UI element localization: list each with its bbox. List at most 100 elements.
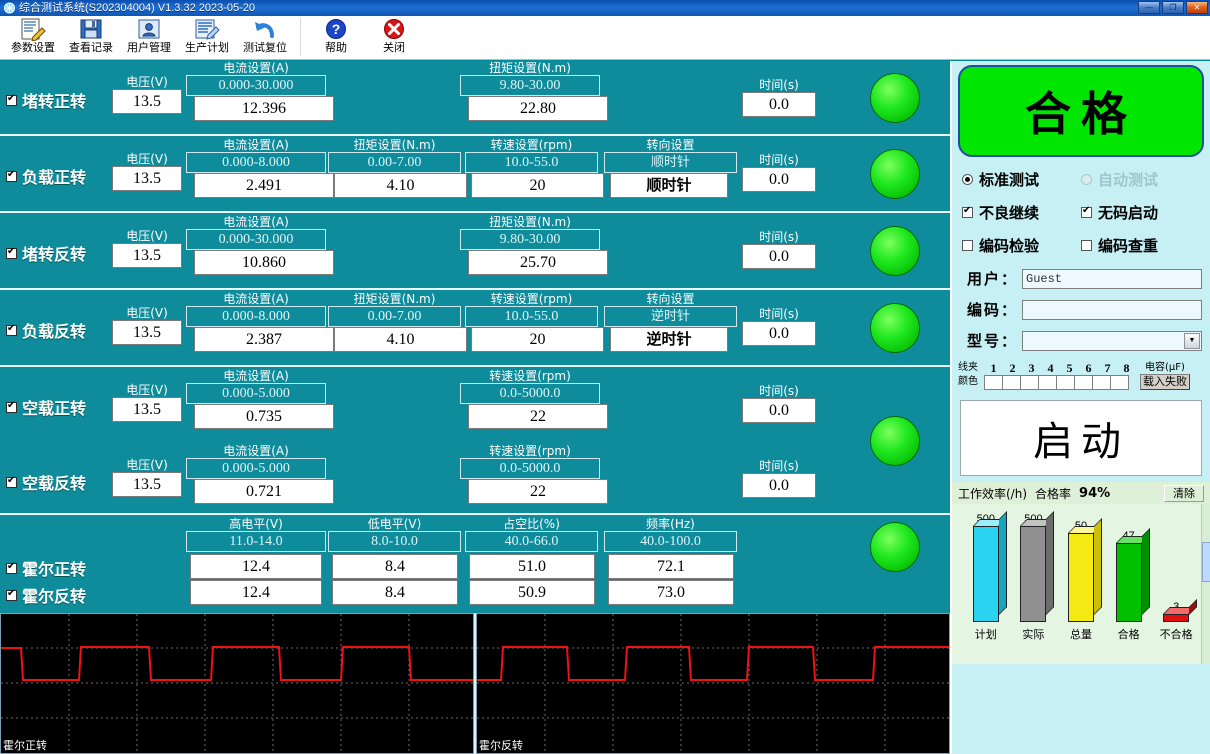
chart-scrollbar[interactable] bbox=[1201, 504, 1210, 664]
row-enable-checkbox-hall-reverse[interactable]: 霍尔反转 bbox=[6, 583, 86, 607]
current-set-label: 电流设置(A) bbox=[186, 61, 326, 75]
voltage-field-3: 电压(V) 13.5 bbox=[112, 229, 182, 268]
voltage-value[interactable]: 13.5 bbox=[112, 472, 182, 497]
user-input[interactable]: Guest bbox=[1022, 269, 1202, 289]
toolbar-button-parameter-settings[interactable]: 参数设置 bbox=[4, 16, 62, 58]
row-enable-checkbox-hall-forward[interactable]: 霍尔正转 bbox=[6, 556, 86, 580]
direction-value[interactable]: 顺时针 bbox=[610, 173, 728, 198]
minimize-button[interactable]: — bbox=[1138, 1, 1160, 14]
toolbar-button-view-records[interactable]: 查看记录 bbox=[62, 16, 120, 58]
color-cell[interactable] bbox=[1020, 375, 1039, 390]
row-enable-checkbox-noload-reverse[interactable]: 空载反转 bbox=[6, 470, 86, 494]
scope-hall-reverse[interactable]: 霍尔反转 bbox=[476, 613, 950, 754]
row-name: 空载正转 bbox=[22, 395, 86, 419]
speed-field-5: 转速设置(rpm) 0.0-5000.0 22 bbox=[460, 369, 600, 429]
efficiency-label: 工作效率(/h) bbox=[958, 485, 1027, 502]
time-value[interactable]: 0.0 bbox=[742, 92, 816, 117]
row-name: 空载反转 bbox=[22, 470, 86, 494]
checkbox-icon bbox=[6, 563, 17, 574]
voltage-value[interactable]: 13.5 bbox=[112, 89, 182, 114]
start-button[interactable]: 启动 bbox=[960, 400, 1202, 476]
window-controls: — ❐ ✕ bbox=[1138, 1, 1208, 14]
high-level-forward-value[interactable]: 12.4 bbox=[190, 554, 322, 579]
color-cell[interactable] bbox=[1002, 375, 1021, 390]
row-enable-checkbox-stall-reverse[interactable]: 堵转反转 bbox=[6, 241, 86, 265]
color-cell[interactable] bbox=[1092, 375, 1111, 390]
current-value[interactable]: 12.396 bbox=[194, 96, 334, 121]
voltage-label: 电压(V) bbox=[112, 383, 182, 397]
toolbar-button-close[interactable]: 关闭 bbox=[365, 16, 423, 58]
low-level-reverse-value[interactable]: 8.4 bbox=[332, 580, 458, 605]
voltage-label: 电压(V) bbox=[112, 229, 182, 243]
hall-duty-column: 占空比(%) 40.0-66.0 51.0 50.9 bbox=[465, 517, 598, 605]
speed-value[interactable]: 22 bbox=[468, 404, 608, 429]
scope-hall-forward[interactable]: 霍尔正转 bbox=[0, 613, 474, 754]
low-level-forward-value[interactable]: 8.4 bbox=[332, 554, 458, 579]
torque-value[interactable]: 4.10 bbox=[334, 173, 467, 198]
torque-value[interactable]: 25.70 bbox=[468, 250, 608, 275]
current-value[interactable]: 2.387 bbox=[194, 327, 334, 352]
row-enable-checkbox-load-forward[interactable]: 负载正转 bbox=[6, 164, 86, 188]
time-value[interactable]: 0.0 bbox=[742, 398, 816, 423]
speed-value[interactable]: 20 bbox=[471, 173, 604, 198]
time-label: 时间(s) bbox=[742, 153, 816, 167]
voltage-value[interactable]: 13.5 bbox=[112, 397, 182, 422]
current-value[interactable]: 0.721 bbox=[194, 479, 334, 504]
maximize-button[interactable]: ❐ bbox=[1162, 1, 1184, 14]
color-cell[interactable] bbox=[984, 375, 1003, 390]
time-value[interactable]: 0.0 bbox=[742, 244, 816, 269]
row-enable-checkbox-load-reverse[interactable]: 负载反转 bbox=[6, 318, 86, 342]
scrollbar-thumb[interactable] bbox=[1202, 542, 1210, 582]
voltage-value[interactable]: 13.5 bbox=[112, 243, 182, 268]
frequency-forward-value[interactable]: 72.1 bbox=[608, 554, 734, 579]
toolbar-button-production-plan[interactable]: 生产计划 bbox=[178, 16, 236, 58]
current-value[interactable]: 0.735 bbox=[194, 404, 334, 429]
option-auto-test[interactable]: 自动测试 bbox=[1081, 169, 1200, 190]
speed-value[interactable]: 22 bbox=[468, 479, 608, 504]
torque-value[interactable]: 22.80 bbox=[468, 96, 608, 121]
color-cell[interactable] bbox=[1110, 375, 1129, 390]
row-enable-checkbox-stall-forward[interactable]: 堵转正转 bbox=[6, 88, 86, 112]
high-level-reverse-value[interactable]: 12.4 bbox=[190, 580, 322, 605]
torque-value[interactable]: 4.10 bbox=[334, 327, 467, 352]
toolbar-button-test-reset[interactable]: 测试复位 bbox=[236, 16, 294, 58]
option-continue-on-fail[interactable]: 不良继续 bbox=[962, 202, 1081, 223]
checkbox-icon bbox=[962, 240, 973, 251]
code-input[interactable] bbox=[1022, 300, 1202, 320]
torque-field-4: 扭矩设置(N.m) 0.00-7.00 4.10 bbox=[328, 292, 461, 352]
status-lamp-6 bbox=[870, 522, 920, 572]
checkbox-icon bbox=[1081, 240, 1092, 251]
clear-button[interactable]: 清除 bbox=[1164, 485, 1204, 502]
time-value[interactable]: 0.0 bbox=[742, 167, 816, 192]
current-value[interactable]: 2.491 bbox=[194, 173, 334, 198]
color-cell[interactable] bbox=[1056, 375, 1075, 390]
duty-reverse-value[interactable]: 50.9 bbox=[469, 580, 595, 605]
speed-set-label: 转速设置(rpm) bbox=[460, 444, 600, 458]
duty-forward-value[interactable]: 51.0 bbox=[469, 554, 595, 579]
capacitance-label: 电容(μF) bbox=[1140, 361, 1190, 374]
option-code-verify[interactable]: 编码检验 bbox=[962, 235, 1081, 256]
toolbar-button-user-management[interactable]: 用户管理 bbox=[120, 16, 178, 58]
current-value[interactable]: 10.860 bbox=[194, 250, 334, 275]
frequency-reverse-value[interactable]: 73.0 bbox=[608, 580, 734, 605]
option-standard-test[interactable]: 标准测试 bbox=[962, 169, 1081, 190]
voltage-value[interactable]: 13.5 bbox=[112, 166, 182, 191]
model-select[interactable]: ▼ bbox=[1022, 331, 1202, 351]
row-enable-checkbox-noload-forward[interactable]: 空载正转 bbox=[6, 395, 86, 419]
close-button[interactable]: ✕ bbox=[1186, 1, 1208, 14]
pass-rate-value: 94% bbox=[1079, 486, 1110, 501]
voltage-value[interactable]: 13.5 bbox=[112, 320, 182, 345]
time-value[interactable]: 0.0 bbox=[742, 473, 816, 498]
direction-value[interactable]: 逆时针 bbox=[610, 327, 728, 352]
load-status-button[interactable]: 载入失败 bbox=[1140, 374, 1190, 390]
option-code-duplicate-check[interactable]: 编码查重 bbox=[1081, 235, 1200, 256]
option-start-without-code[interactable]: 无码启动 bbox=[1081, 202, 1200, 223]
color-cell[interactable] bbox=[1074, 375, 1093, 390]
color-cell[interactable] bbox=[1038, 375, 1057, 390]
time-value[interactable]: 0.0 bbox=[742, 321, 816, 346]
torque-set-label: 扭矩设置(N.m) bbox=[460, 215, 600, 229]
speed-value[interactable]: 20 bbox=[471, 327, 604, 352]
toolbar-button-help[interactable]: ? 帮助 bbox=[307, 16, 365, 58]
chevron-down-icon[interactable]: ▼ bbox=[1184, 333, 1200, 349]
low-level-range: 8.0-10.0 bbox=[328, 531, 461, 552]
